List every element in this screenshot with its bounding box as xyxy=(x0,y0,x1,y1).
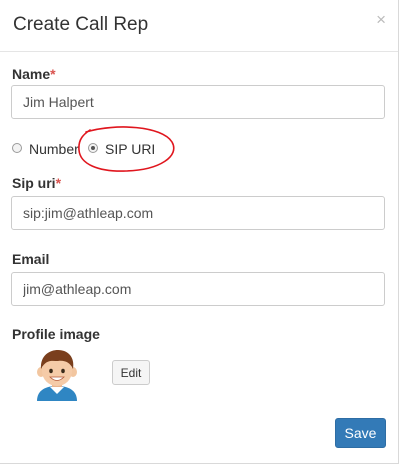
sip-uri-required-mark: * xyxy=(55,175,62,191)
person-avatar-icon xyxy=(37,350,77,401)
modal-header: Create Call Rep × xyxy=(0,0,398,52)
profile-image-label: Profile image xyxy=(12,326,100,342)
name-label: Name* xyxy=(12,66,56,82)
profile-image-label-text: Profile image xyxy=(12,326,100,342)
name-label-text: Name xyxy=(12,66,51,82)
modal-title: Create Call Rep xyxy=(13,14,149,35)
edit-profile-image-button[interactable]: Edit xyxy=(112,360,150,385)
red-annotation-circle xyxy=(78,126,175,172)
email-input[interactable] xyxy=(11,272,385,306)
sip-uri-input[interactable] xyxy=(11,196,385,230)
radio-number-label: Number xyxy=(29,141,79,157)
name-required-mark: * xyxy=(50,66,56,82)
create-call-rep-modal: Create Call Rep × Name* Number SIP URI S… xyxy=(0,0,399,464)
email-label: Email xyxy=(12,251,49,267)
save-button[interactable]: Save xyxy=(335,418,386,448)
email-label-text: Email xyxy=(12,251,50,267)
sip-uri-label: Sip uri* xyxy=(12,175,61,191)
name-input[interactable] xyxy=(11,85,385,119)
radio-number-button[interactable] xyxy=(12,143,22,153)
sip-uri-label-text: Sip uri xyxy=(12,175,56,191)
close-icon[interactable]: × xyxy=(376,11,386,28)
